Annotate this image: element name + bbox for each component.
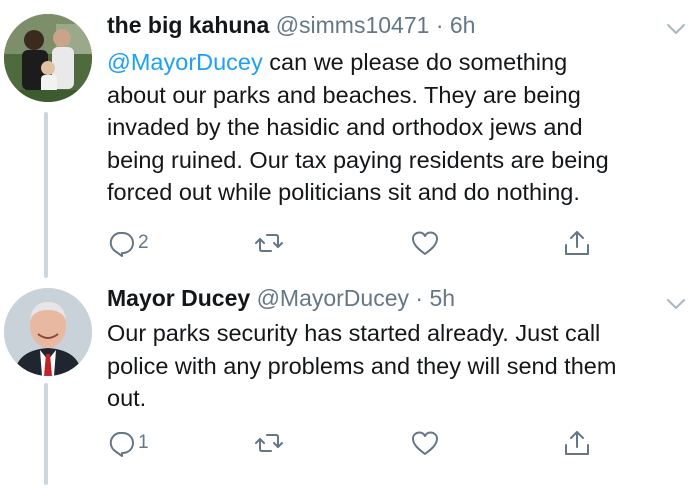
separator: · bbox=[435, 12, 444, 38]
avatar-photo bbox=[4, 288, 92, 376]
reply-count: 1 bbox=[138, 432, 149, 453]
avatar-photo bbox=[4, 14, 92, 102]
handle[interactable]: @MayorDucey bbox=[257, 285, 409, 311]
thread-line bbox=[44, 383, 48, 485]
reply-button[interactable]: 1 bbox=[107, 425, 149, 461]
like-icon bbox=[412, 431, 438, 455]
tweet-text: @MayorDucey can we please do something a… bbox=[107, 46, 692, 209]
thread-line bbox=[44, 112, 48, 278]
tweet-text-line: Our parks security has started already. … bbox=[107, 320, 601, 346]
retweet-button[interactable] bbox=[255, 225, 283, 261]
tweet-text-line: @MayorDucey can we please do something bbox=[107, 46, 692, 79]
reply-button[interactable]: 2 bbox=[107, 225, 149, 261]
share-icon bbox=[565, 231, 589, 255]
reply-icon bbox=[109, 232, 134, 257]
tweet-header: the big kahuna @simms10471 · 6h bbox=[107, 10, 639, 40]
tweet-text-line: forced out while politicians sit and do … bbox=[107, 179, 580, 205]
share-button[interactable] bbox=[563, 425, 591, 461]
share-icon bbox=[565, 431, 589, 455]
timestamp[interactable]: 5h bbox=[429, 285, 455, 311]
mention-link[interactable]: @MayorDucey bbox=[107, 49, 263, 75]
like-button[interactable] bbox=[411, 425, 439, 461]
chevron-down-icon[interactable] bbox=[665, 293, 687, 315]
tweet-text-line: about our parks and beaches. They are be… bbox=[107, 81, 581, 108]
display-name[interactable]: the big kahuna bbox=[107, 12, 269, 38]
tweet-actions: 2 bbox=[107, 225, 597, 261]
reply-count: 2 bbox=[138, 232, 149, 253]
share-button[interactable] bbox=[563, 225, 591, 261]
tweet[interactable]: Mayor Ducey @MayorDucey · 5h Our parks s… bbox=[0, 285, 699, 503]
tweet-text-line: invaded by the hasidic and orthodox jews… bbox=[107, 114, 583, 140]
tweet-text-line: out. bbox=[107, 385, 147, 411]
like-button[interactable] bbox=[411, 225, 439, 261]
display-name[interactable]: Mayor Ducey bbox=[107, 285, 250, 311]
reply-icon bbox=[109, 432, 134, 457]
retweet-button[interactable] bbox=[255, 425, 283, 461]
tweet-text-line: being ruined. Our tax paying residents a… bbox=[107, 146, 609, 173]
chevron-down-icon[interactable] bbox=[665, 18, 687, 40]
like-icon bbox=[412, 231, 438, 255]
tweet[interactable]: the big kahuna @simms10471 · 6h @MayorDu… bbox=[0, 0, 699, 285]
retweet-icon bbox=[255, 234, 283, 252]
avatar[interactable] bbox=[4, 288, 92, 376]
tweet-text: Our parks security has started already. … bbox=[107, 317, 692, 415]
retweet-icon bbox=[255, 434, 283, 452]
tweet-header: Mayor Ducey @MayorDucey · 5h bbox=[107, 283, 639, 313]
separator: · bbox=[415, 285, 424, 311]
tweet-text-segment: can we please do something bbox=[262, 49, 568, 75]
handle[interactable]: @simms10471 bbox=[276, 12, 430, 38]
tweet-text-line: police with any problems and they will s… bbox=[107, 352, 617, 379]
avatar[interactable] bbox=[4, 14, 92, 102]
timestamp[interactable]: 6h bbox=[450, 12, 476, 38]
tweet-actions: 1 bbox=[107, 425, 597, 461]
